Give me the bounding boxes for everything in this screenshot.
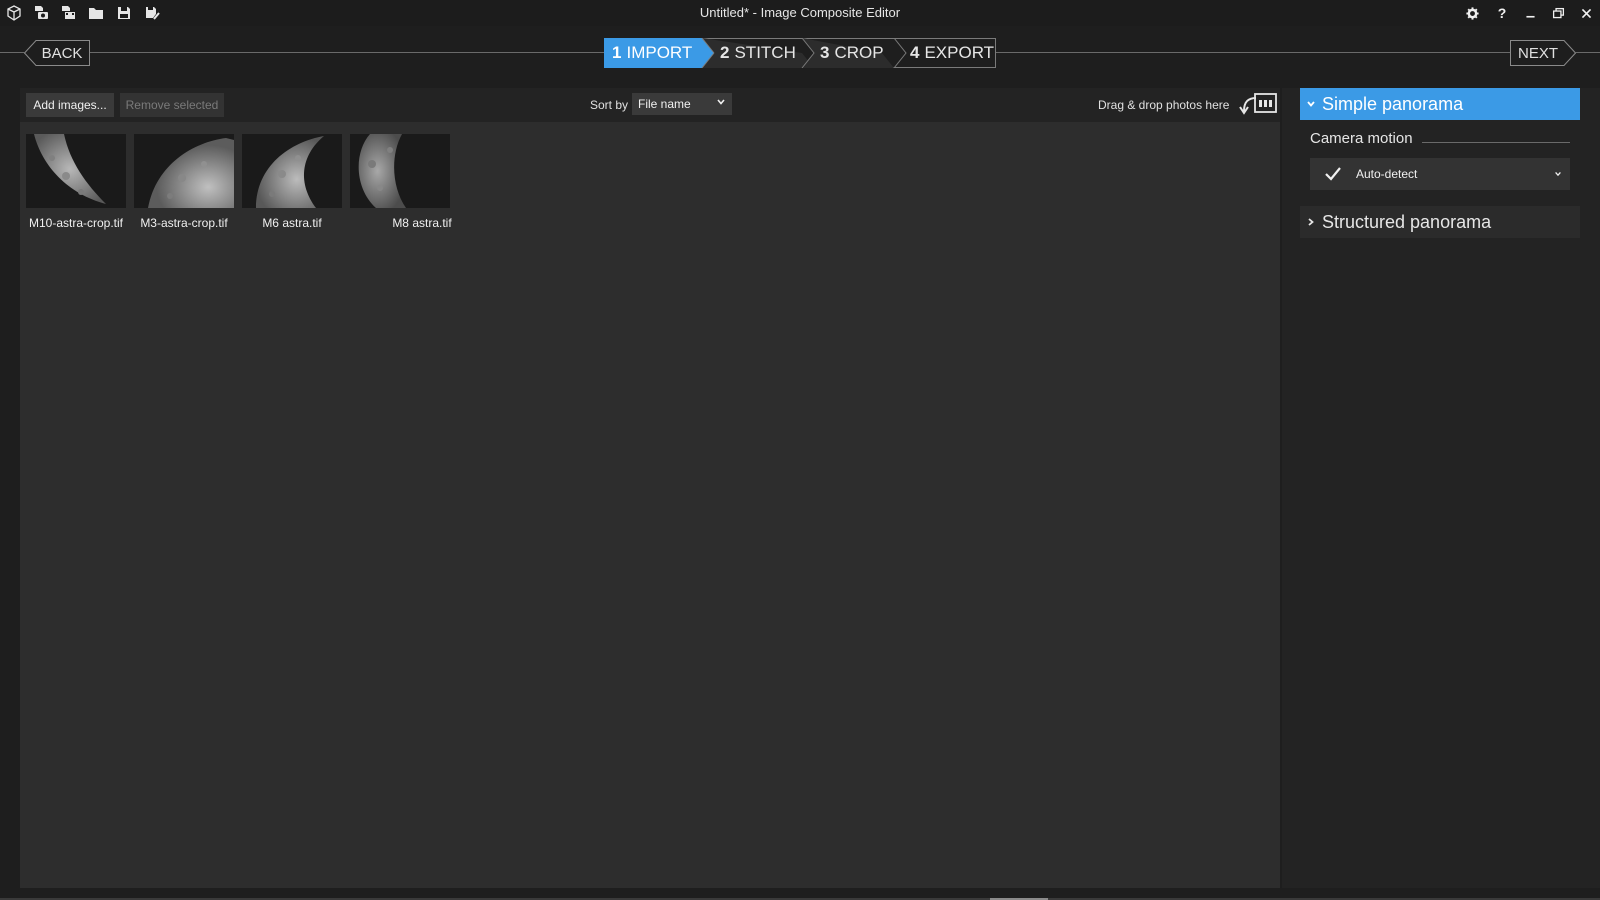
tab-import[interactable]: 1 IMPORT <box>612 43 692 63</box>
import-toolbar: Add images... Remove selected Sort by Fi… <box>20 88 1280 122</box>
next-arrow-edge <box>1563 40 1576 66</box>
minimize-icon[interactable] <box>1518 2 1542 24</box>
sort-by-label: Sort by <box>590 98 629 112</box>
new-from-camera-icon[interactable] <box>31 3 51 23</box>
tab-export[interactable]: 4 EXPORT <box>910 43 994 63</box>
restore-icon[interactable] <box>1546 2 1570 24</box>
thumbnail-filename: M10-astra-crop.tif <box>28 216 124 230</box>
camera-motion-label: Camera motion <box>1310 130 1419 147</box>
settings-icon[interactable] <box>1460 2 1484 24</box>
thumbnail-filename: M6 astra.tif <box>262 216 322 230</box>
tab-crop[interactable]: 3 CROP <box>820 43 884 63</box>
simple-panorama-header[interactable]: Simple panorama <box>1300 88 1580 120</box>
divider-line <box>996 52 1510 53</box>
checkmark-icon <box>1325 167 1341 181</box>
thumbnail-image <box>242 134 342 208</box>
divider-line <box>0 52 24 53</box>
back-arrow-edge <box>24 40 37 66</box>
sort-by-select[interactable]: File name <box>632 93 732 115</box>
simple-panorama-label: Simple panorama <box>1322 93 1464 114</box>
window-title: Untitled* - Image Composite Editor <box>699 5 901 20</box>
save-icon[interactable] <box>114 3 134 23</box>
divider-line <box>1576 52 1600 53</box>
thumbnail-image <box>350 134 450 208</box>
sort-by-value: File name <box>638 97 691 111</box>
thumbnail-image <box>26 134 126 208</box>
structured-panorama-label: Structured panorama <box>1322 211 1492 232</box>
chevron-down-icon <box>1555 171 1561 177</box>
camera-motion-value: Auto-detect <box>1356 167 1418 181</box>
tab-stitch[interactable]: 2 STITCH <box>720 43 796 63</box>
add-images-button[interactable]: Add images... <box>26 93 114 117</box>
wizard-step-bar: BACK NEXT 1 IMPORT 2 STITCH 3 CROP 4 EXPORT <box>0 26 1600 82</box>
help-icon[interactable]: ? <box>1490 2 1514 24</box>
chevron-down-icon <box>1307 101 1315 107</box>
divider-line <box>90 52 604 53</box>
structured-panorama-header[interactable]: Structured panorama <box>1300 206 1580 238</box>
thumbnail-image <box>134 134 234 208</box>
new-from-video-icon[interactable] <box>58 3 78 23</box>
step-tabs: 1 IMPORT 2 STITCH 3 CROP 4 EXPORT <box>604 38 996 68</box>
drag-drop-icon <box>1239 93 1277 115</box>
save-as-icon[interactable] <box>142 3 162 23</box>
open-folder-icon[interactable] <box>86 3 106 23</box>
drag-drop-hint: Drag & drop photos here <box>1098 98 1230 112</box>
new-project-icon[interactable] <box>4 3 24 23</box>
close-icon[interactable] <box>1574 2 1598 24</box>
divider-line <box>1422 142 1570 143</box>
options-panel: Simple panorama Camera motion Auto-detec… <box>1282 88 1600 888</box>
camera-motion-select[interactable]: Auto-detect <box>1310 158 1570 190</box>
thumbnail-filename: M3-astra-crop.tif <box>140 216 228 230</box>
chevron-right-icon <box>1308 218 1314 226</box>
thumbnail-filename: M8 astra.tif <box>392 216 452 230</box>
title-bar: Untitled* - Image Composite Editor ? <box>0 0 1600 26</box>
remove-selected-button[interactable]: Remove selected <box>120 93 224 117</box>
image-list-panel: Add images... Remove selected Sort by Fi… <box>20 88 1280 888</box>
chevron-down-icon <box>717 99 725 105</box>
